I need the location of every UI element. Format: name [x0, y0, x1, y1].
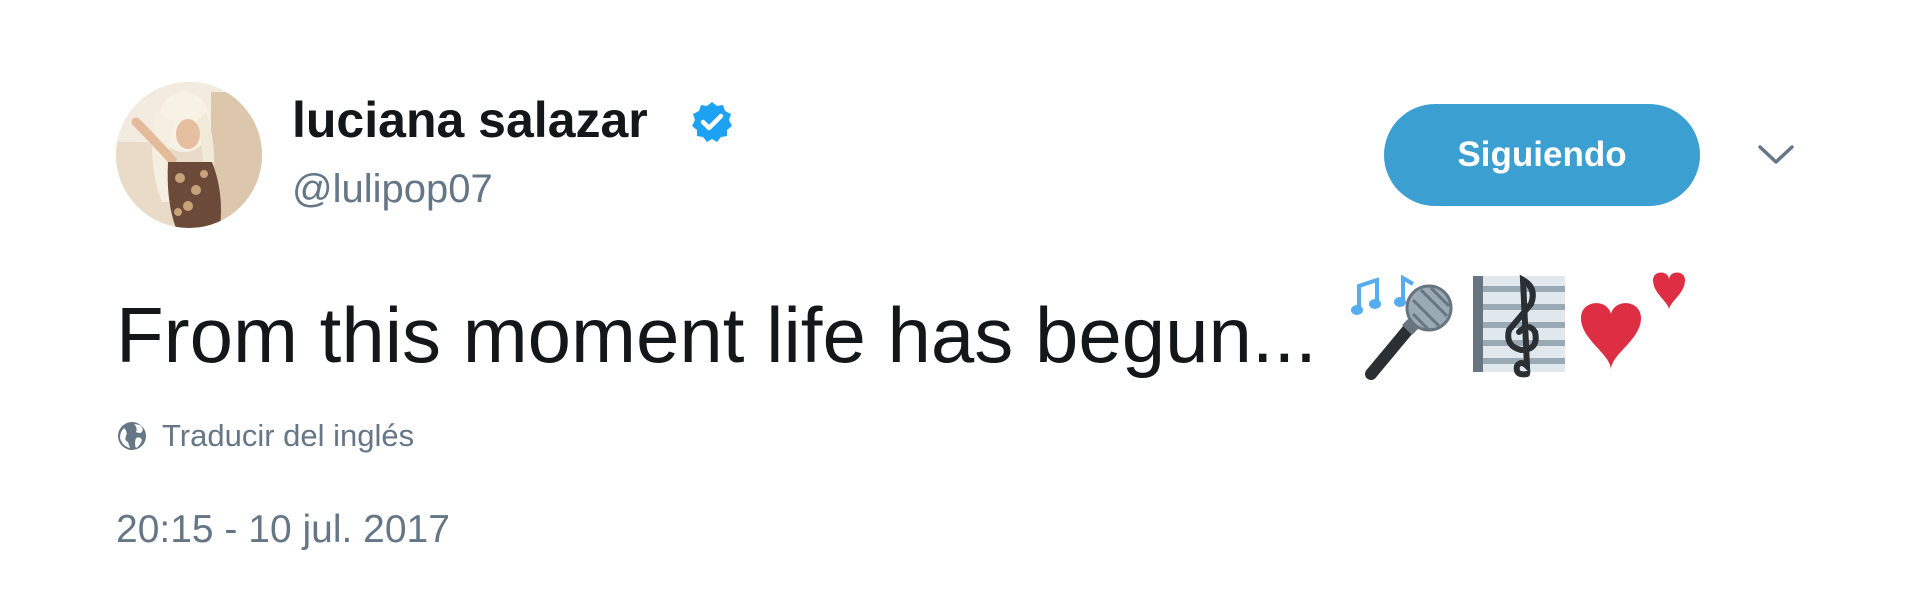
timestamp[interactable]: 20:15 - 10 jul. 2017	[116, 506, 450, 554]
tweet-card: luciana salazar @lulipop07 Siguiendo Fro…	[0, 0, 1920, 590]
two-hearts-icon	[1581, 272, 1685, 370]
following-button[interactable]: Siguiendo	[1384, 104, 1700, 206]
display-name[interactable]: luciana salazar	[292, 90, 648, 150]
globe-icon	[118, 422, 146, 450]
tweet-text: From this moment life has begun...	[116, 291, 1317, 379]
translate-link[interactable]: Traducir del inglés	[116, 414, 414, 458]
avatar[interactable]	[116, 82, 262, 228]
user-handle[interactable]: @lulipop07	[292, 164, 493, 214]
musical-notes-microphone-icon	[1351, 274, 1453, 380]
translate-label: Traducir del inglés	[162, 418, 415, 453]
verified-badge-icon	[692, 102, 732, 142]
emoji-group	[1351, 270, 1691, 380]
musical-score-icon	[1473, 274, 1565, 378]
chevron-down-icon[interactable]	[1756, 142, 1796, 168]
